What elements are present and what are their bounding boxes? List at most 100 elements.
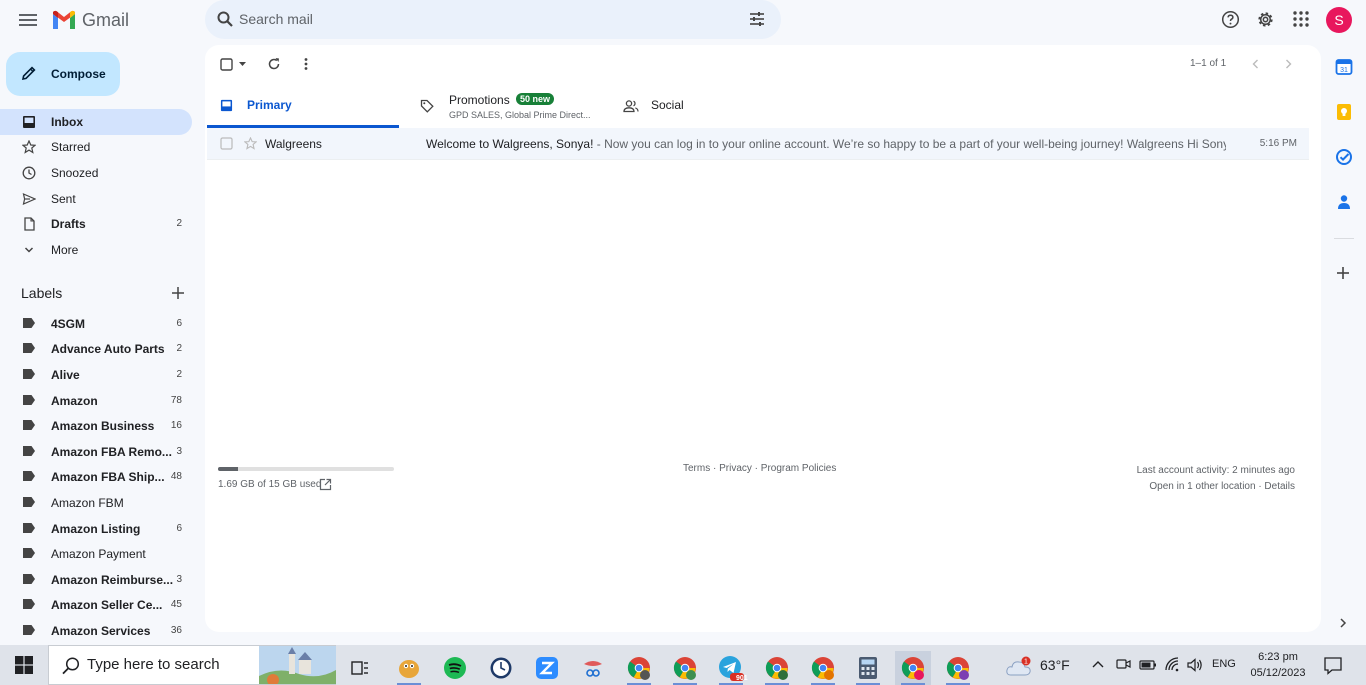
- help-icon[interactable]: [1221, 10, 1240, 29]
- chrome-profile-m-icon[interactable]: [667, 651, 703, 685]
- label-tag-icon: [22, 573, 36, 585]
- windows-taskbar: 901 1 63°F ENG 6:23 pm 05/12/2023: [0, 645, 1366, 685]
- label-name: Amazon Services: [51, 624, 151, 638]
- compose-button[interactable]: Compose: [6, 52, 120, 96]
- row-checkbox[interactable]: [220, 137, 233, 150]
- clock-time: 6:23 pm: [1258, 651, 1298, 663]
- sidebar-item-label: Sent: [51, 192, 76, 206]
- show-hidden-icons-chevron-icon[interactable]: [1091, 658, 1105, 670]
- snipping-tool-icon[interactable]: [575, 651, 611, 685]
- tab-social[interactable]: Social: [615, 83, 805, 128]
- label-tag-icon: [22, 368, 36, 380]
- label-item[interactable]: Amazon FBA Remo... 3: [0, 439, 192, 465]
- sidebar-item-starred[interactable]: Starred: [0, 134, 192, 160]
- more-vert-icon[interactable]: [303, 57, 309, 71]
- label-item[interactable]: Alive 2: [0, 362, 192, 388]
- tasks-icon[interactable]: [1335, 148, 1353, 166]
- label-tag-icon: [22, 496, 36, 508]
- search-icon[interactable]: [216, 10, 234, 28]
- taskbar-search-box[interactable]: [48, 645, 336, 685]
- telegram-unread-badge: 901: [736, 675, 748, 682]
- send-icon: [22, 192, 36, 206]
- label-item[interactable]: Amazon FBM: [0, 490, 192, 516]
- weather-temperature[interactable]: 63°F: [1040, 657, 1070, 673]
- calculator-icon[interactable]: [850, 651, 886, 685]
- email-sender: Walgreens: [265, 137, 322, 151]
- open-in-new-icon[interactable]: [319, 478, 332, 491]
- telegram-icon[interactable]: 901: [713, 651, 749, 685]
- gmail-logo[interactable]: Gmail: [51, 8, 129, 32]
- star-icon[interactable]: [244, 137, 257, 150]
- task-view-icon[interactable]: [342, 651, 378, 685]
- contacts-icon[interactable]: [1335, 193, 1353, 211]
- sidebar-item-sent[interactable]: Sent: [0, 186, 192, 212]
- taskbar-search-input[interactable]: [87, 656, 227, 673]
- label-item[interactable]: Amazon Payment: [0, 541, 192, 567]
- system-clock[interactable]: 6:23 pm 05/12/2023: [1248, 649, 1308, 681]
- chrome-profile-s-icon[interactable]: [895, 651, 931, 685]
- game-app-icon[interactable]: [391, 651, 427, 685]
- refresh-icon[interactable]: [267, 57, 281, 71]
- email-row[interactable]: Walgreens Welcome to Walgreens, Sonya! -…: [207, 128, 1309, 160]
- sidebar-item-inbox[interactable]: Inbox: [0, 109, 192, 135]
- label-item[interactable]: Amazon 78: [0, 388, 192, 414]
- label-item[interactable]: Advance Auto Parts 2: [0, 336, 192, 362]
- notifications-icon[interactable]: [1323, 656, 1343, 675]
- calendar-icon[interactable]: 31: [1335, 58, 1353, 76]
- show-side-panel-chevron-icon[interactable]: [1337, 617, 1349, 629]
- chrome-profile-icon[interactable]: [621, 651, 657, 685]
- battery-icon[interactable]: [1139, 658, 1157, 672]
- clock-icon: [22, 166, 36, 180]
- label-name: Amazon: [51, 394, 98, 408]
- chrome-profile-r-icon[interactable]: [940, 651, 976, 685]
- label-item[interactable]: Amazon FBA Ship... 48: [0, 464, 192, 490]
- search-bar[interactable]: [205, 0, 781, 39]
- label-item[interactable]: Amazon Business 16: [0, 413, 192, 439]
- weather-cloud-icon[interactable]: 1: [1006, 656, 1034, 678]
- sidebar-item-more[interactable]: More: [0, 237, 192, 263]
- get-addons-plus-icon[interactable]: [1335, 265, 1351, 281]
- label-name: Alive: [51, 368, 80, 382]
- chevron-right-icon[interactable]: [1282, 58, 1294, 70]
- tab-promotions[interactable]: Promotions 50 new GPD SALES, Global Prim…: [410, 83, 610, 128]
- footer-links[interactable]: Terms · Privacy · Program Policies: [683, 463, 836, 474]
- label-item[interactable]: Amazon Services 36: [0, 618, 192, 640]
- main-menu-icon[interactable]: [18, 11, 38, 29]
- label-name: 4SGM: [51, 317, 86, 331]
- zoom-app-icon[interactable]: [529, 651, 565, 685]
- wifi-icon[interactable]: [1164, 657, 1180, 673]
- select-dropdown-icon[interactable]: [239, 62, 246, 67]
- other-location-link[interactable]: Open in 1 other location · Details: [1137, 479, 1295, 495]
- spotify-icon[interactable]: [437, 651, 473, 685]
- label-name: Amazon Listing: [51, 522, 141, 536]
- new-count-badge: 50 new: [516, 93, 555, 105]
- chrome-profile-m2-icon[interactable]: [805, 651, 841, 685]
- account-avatar[interactable]: S: [1326, 7, 1352, 33]
- label-tag-icon: [22, 342, 36, 354]
- volume-icon[interactable]: [1186, 657, 1204, 673]
- sidebar-item-drafts[interactable]: Drafts 2: [0, 211, 192, 237]
- apps-grid-icon[interactable]: [1292, 10, 1310, 28]
- chevron-left-icon[interactable]: [1250, 58, 1262, 70]
- add-label-plus-icon[interactable]: [171, 286, 185, 300]
- tab-primary[interactable]: Primary: [207, 83, 399, 128]
- label-tag-icon: [22, 317, 36, 329]
- label-name: Amazon Business: [51, 419, 155, 433]
- search-options-icon[interactable]: [748, 10, 766, 28]
- tab-label: Primary: [247, 98, 292, 112]
- keep-icon[interactable]: [1335, 103, 1353, 121]
- select-all-checkbox[interactable]: [220, 58, 233, 71]
- label-item[interactable]: 4SGM 6: [0, 311, 192, 337]
- label-item[interactable]: Amazon Listing 6: [0, 516, 192, 542]
- chrome-profile-l-icon[interactable]: [759, 651, 795, 685]
- label-item[interactable]: Amazon Seller Ce... 45: [0, 592, 192, 618]
- settings-gear-icon[interactable]: [1256, 10, 1275, 29]
- compose-label: Compose: [51, 67, 106, 81]
- input-language[interactable]: ENG: [1212, 658, 1236, 670]
- meet-now-icon[interactable]: [1115, 657, 1131, 673]
- clock-app-icon[interactable]: [483, 651, 519, 685]
- search-input[interactable]: [239, 8, 719, 30]
- windows-start-icon[interactable]: [14, 655, 34, 675]
- sidebar-item-snoozed[interactable]: Snoozed: [0, 160, 192, 186]
- label-item[interactable]: Amazon Reimburse... 3: [0, 567, 192, 593]
